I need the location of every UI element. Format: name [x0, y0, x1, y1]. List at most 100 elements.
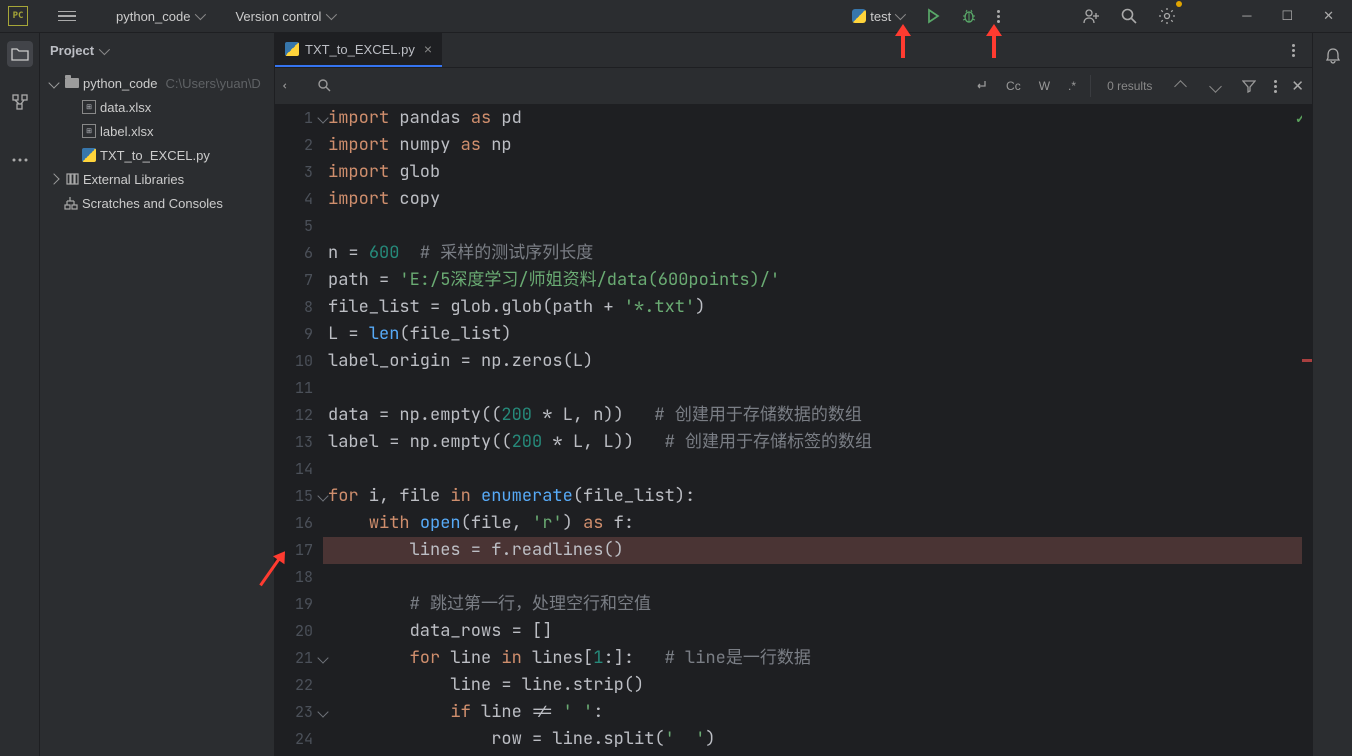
tab-label: TXT_to_EXCEL.py [305, 42, 415, 57]
code-line[interactable] [323, 213, 1312, 240]
project-header-label: Project [50, 43, 94, 58]
code-line[interactable]: L = len(file_list) [323, 321, 1312, 348]
code-line[interactable]: data = np.empty((200 * L, n)) # 创建用于存储数据… [323, 402, 1312, 429]
code-line[interactable]: n = 600 # 采样的测试序列长度 [323, 240, 1312, 267]
tree-path: C:\Users\yuan\D [165, 76, 260, 91]
close-tab-button[interactable]: × [424, 41, 432, 57]
run-config-label: test [870, 9, 891, 24]
tree-file[interactable]: TXT_to_EXCEL.py [40, 143, 274, 167]
left-tool-rail [0, 33, 40, 756]
find-input[interactable] [345, 79, 525, 94]
code-line[interactable]: path = 'E:/5深度学习/师姐资料/data(600points)/' [323, 267, 1312, 294]
filter-button[interactable] [1238, 75, 1260, 97]
code-line[interactable]: label = np.empty((200 * L, L)) # 创建用于存储标… [323, 429, 1312, 456]
tab-options-button[interactable] [1288, 40, 1299, 61]
chevron-down-icon [195, 9, 206, 20]
code-line[interactable] [323, 456, 1312, 483]
run-button[interactable] [921, 4, 945, 28]
main-area: Project python_code C:\Users\yuan\D ⊞ da… [0, 33, 1352, 756]
window-controls: ─ ☐ ✕ [1242, 8, 1334, 24]
project-header[interactable]: Project [40, 33, 274, 68]
python-file-icon [82, 148, 96, 162]
tree-label: data.xlsx [100, 100, 151, 115]
more-actions-button[interactable] [993, 6, 1004, 27]
settings-button[interactable] [1154, 3, 1180, 29]
vcs-dropdown[interactable]: Version control [229, 6, 340, 27]
more-tools-button[interactable] [7, 147, 33, 173]
chevron-down-icon [48, 77, 59, 88]
tab-bar: TXT_to_EXCEL.py × [275, 33, 1312, 68]
notifications-button[interactable] [1320, 43, 1346, 69]
tree-file[interactable]: ⊞ label.xlsx [40, 119, 274, 143]
project-dropdown[interactable]: python_code [110, 6, 209, 27]
next-match-button[interactable] [1210, 80, 1223, 93]
python-file-icon [285, 42, 299, 56]
prev-match-button[interactable] [1175, 80, 1188, 93]
editor-area: TXT_to_EXCEL.py × ⌃ Cc W .* 0 results [275, 33, 1312, 756]
minimize-button[interactable]: ─ [1242, 8, 1251, 24]
tree-scratches[interactable]: Scratches and Consoles [40, 191, 274, 215]
code-with-me-button[interactable] [1078, 3, 1104, 29]
folder-icon [65, 78, 79, 88]
match-case-button[interactable]: Cc [1002, 77, 1025, 95]
tree-label: python_code [83, 76, 157, 91]
chevron-down-icon [326, 9, 337, 20]
code-line[interactable] [323, 564, 1312, 591]
gutter[interactable]: 123456789101112131415161718192021222324 [275, 105, 323, 756]
scratch-icon [64, 196, 78, 210]
code-line[interactable]: row = line.split(' ') [323, 726, 1312, 753]
right-tool-rail [1312, 33, 1352, 756]
tree-folder-root[interactable]: python_code C:\Users\yuan\D [40, 71, 274, 95]
editor-tab[interactable]: TXT_to_EXCEL.py × [275, 33, 442, 67]
tree-file[interactable]: ⊞ data.xlsx [40, 95, 274, 119]
tree-label: Scratches and Consoles [82, 196, 223, 211]
scrollbar[interactable] [1302, 105, 1312, 756]
expand-find-button[interactable]: ⌃ [281, 81, 295, 91]
tree-label: External Libraries [83, 172, 184, 187]
code-line[interactable]: import glob [323, 159, 1312, 186]
code-line[interactable]: for line in lines[1:]: # line是一行数据 [323, 645, 1312, 672]
close-find-button[interactable]: ✕ [1291, 77, 1304, 95]
editor-body[interactable]: 123456789101112131415161718192021222324 … [275, 105, 1312, 756]
code-line[interactable]: import pandas as pd [323, 105, 1312, 132]
code-line[interactable]: label_origin = np.zeros(L) [323, 348, 1312, 375]
code-line[interactable]: import copy [323, 186, 1312, 213]
xlsx-file-icon: ⊞ [82, 100, 96, 114]
code-line[interactable]: for i, file in enumerate(file_list): [323, 483, 1312, 510]
project-tree: python_code C:\Users\yuan\D ⊞ data.xlsx … [40, 68, 274, 218]
tree-label: label.xlsx [100, 124, 153, 139]
code-line[interactable]: import numpy as np [323, 132, 1312, 159]
structure-tool-button[interactable] [7, 89, 33, 115]
find-bar: ⌃ Cc W .* 0 results ✕ [275, 68, 1312, 105]
code-line[interactable]: line = line.strip() [323, 672, 1312, 699]
xlsx-file-icon: ⊞ [82, 124, 96, 138]
code-line[interactable]: if line != ' ': [323, 699, 1312, 726]
run-config-dropdown[interactable]: test [846, 6, 909, 27]
code-line[interactable]: with open(file, 'r') as f: [323, 510, 1312, 537]
search-everywhere-button[interactable] [1116, 3, 1142, 29]
find-new-line-button[interactable] [970, 76, 992, 97]
whole-words-button[interactable]: W [1035, 77, 1054, 95]
code-line[interactable] [323, 375, 1312, 402]
chevron-down-icon [99, 43, 110, 54]
tree-external-libs[interactable]: External Libraries [40, 167, 274, 191]
code-line[interactable]: data_rows = [] [323, 618, 1312, 645]
find-more-button[interactable] [1270, 76, 1281, 97]
code-line[interactable]: # 跳过第一行，处理空行和空值 [323, 591, 1312, 618]
maximize-button[interactable]: ☐ [1281, 8, 1293, 24]
breakpoint-marker-icon [1302, 359, 1312, 362]
close-window-button[interactable]: ✕ [1323, 8, 1334, 24]
code-area[interactable]: import pandas as pdimport numpy as npimp… [323, 105, 1312, 756]
debug-button[interactable] [957, 4, 981, 28]
results-count: 0 results [1107, 79, 1152, 93]
code-line[interactable]: lines = f.readlines() [323, 537, 1312, 564]
project-name-label: python_code [116, 9, 190, 24]
code-line[interactable]: file_list = glob.glob(path + '*.txt') [323, 294, 1312, 321]
search-icon [317, 78, 331, 95]
regex-button[interactable]: .* [1064, 77, 1080, 95]
chevron-down-icon [895, 9, 906, 20]
project-tool-button[interactable] [7, 41, 33, 67]
pycharm-logo-icon: PC [8, 6, 28, 26]
settings-badge-icon [1176, 1, 1182, 7]
hamburger-menu-icon[interactable] [58, 11, 76, 22]
